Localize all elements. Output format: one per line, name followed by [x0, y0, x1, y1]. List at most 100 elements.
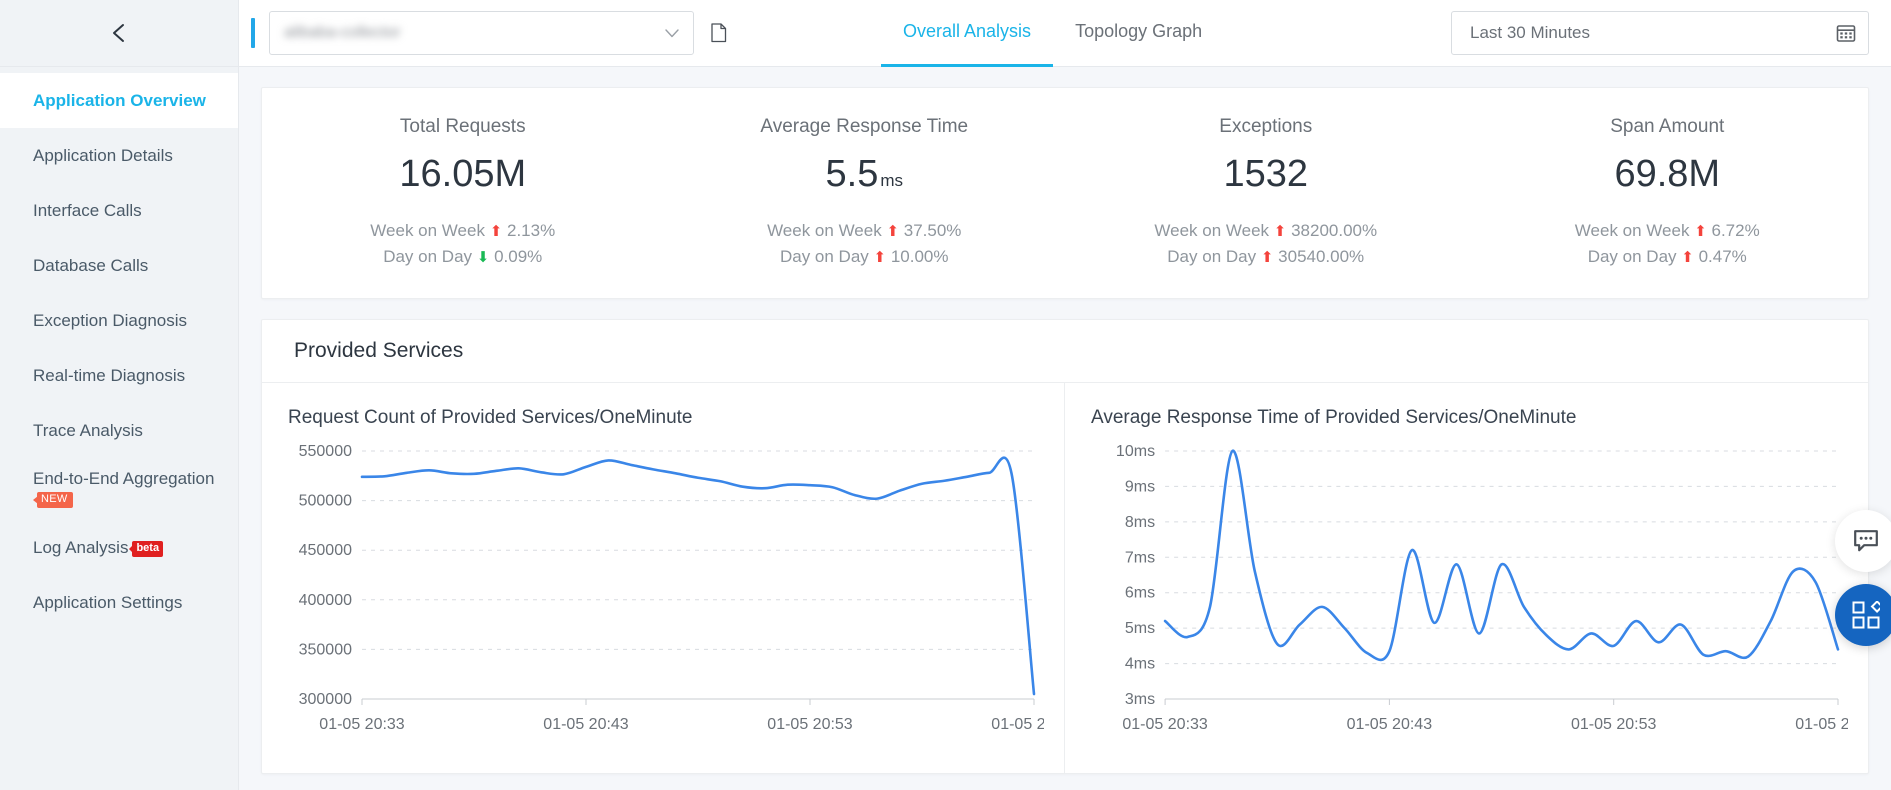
sidebar-item-end-to-end-aggregation[interactable]: End-to-End Aggregation NEW: [0, 458, 238, 520]
week-on-week-row: Week on Week ⬆ 38200.00%: [1154, 218, 1377, 244]
sidebar-item-application-settings[interactable]: Application Settings: [0, 575, 238, 630]
sidebar-item-label: End-to-End Aggregation NEW: [33, 468, 226, 511]
y-axis-tick-label: 400000: [299, 592, 352, 609]
application-select-value: alibaba-collector: [284, 24, 401, 41]
sidebar-item-label: Interface Calls: [33, 200, 142, 220]
copy-icon: [711, 23, 727, 43]
floating-action-column: [1829, 510, 1891, 646]
wow-label: Week on Week: [767, 220, 882, 240]
sidebar-item-real-time-diagnosis[interactable]: Real-time Diagnosis: [0, 348, 238, 403]
day-on-day-row: Day on Day ⬆ 30540.00%: [1154, 244, 1377, 270]
arrow-up-icon: ⬆: [1694, 222, 1707, 240]
stat-value: 69.8M: [1614, 153, 1721, 196]
stat-comparison: Week on Week ⬆ 37.50% Day on Day ⬆ 10.00…: [767, 218, 961, 271]
stat-exceptions: Exceptions 1532 Week on Week ⬆ 38200.00%…: [1065, 88, 1467, 298]
summary-stats-card: Total Requests 16.05M Week on Week ⬆ 2.1…: [261, 87, 1869, 299]
stat-title: Average Response Time: [760, 116, 969, 137]
sidebar-header: [0, 0, 238, 67]
sidebar-item-label: Log Analysis beta: [33, 537, 164, 558]
sidebar-collapse-button[interactable]: [102, 16, 136, 50]
sidebar-item-database-calls[interactable]: Database Calls: [0, 238, 238, 293]
sidebar-item-trace-analysis[interactable]: Trace Analysis: [0, 403, 238, 458]
y-axis-tick-label: 350000: [299, 641, 352, 658]
sidebar-item-label: Exception Diagnosis: [33, 310, 188, 330]
y-axis-tick-label: 10ms: [1116, 443, 1155, 460]
arrow-up-icon: ⬆: [1681, 249, 1694, 267]
x-axis-tick-label: 01-05 20:53: [1571, 716, 1657, 733]
analysis-tabs: Overall Analysis Topology Graph: [881, 0, 1224, 67]
feedback-button[interactable]: [1835, 510, 1891, 572]
tab-topology-graph[interactable]: Topology Graph: [1053, 1, 1224, 67]
copy-button[interactable]: [710, 23, 727, 43]
y-axis-tick-label: 300000: [299, 691, 352, 708]
response-time-chart[interactable]: 3ms 4ms 5ms 6ms 7ms 8ms 9ms 10ms 01-05 20:33 01-0…: [1087, 437, 1848, 757]
day-on-day-row: Day on Day ⬆ 10.00%: [767, 244, 961, 270]
y-axis-tick-label: 6ms: [1125, 585, 1155, 602]
sidebar: Application Overview Application Details…: [0, 0, 239, 790]
y-axis-tick-label: 7ms: [1125, 549, 1155, 566]
tab-label: Overall Analysis: [903, 20, 1032, 41]
stat-title: Span Amount: [1610, 116, 1725, 137]
main-content: alibaba-collector Overall Analysis Topol…: [239, 0, 1891, 790]
sidebar-item-log-analysis[interactable]: Log Analysis beta: [0, 520, 238, 575]
y-axis-tick-label: 3ms: [1125, 691, 1155, 708]
x-axis-tick-label: 01-05 20:53: [767, 716, 853, 733]
arrow-up-icon: ⬆: [489, 222, 503, 240]
accent-bar: [251, 18, 255, 48]
wow-value: 37.50%: [903, 220, 962, 240]
topbar: alibaba-collector Overall Analysis Topol…: [239, 0, 1891, 67]
application-select[interactable]: alibaba-collector: [269, 11, 694, 55]
sidebar-item-label: Trace Analysis: [33, 420, 143, 440]
request-count-chart[interactable]: 300000 350000 400000 450000 500000 550000 01-0…: [284, 437, 1044, 757]
grid-apps-icon: [1852, 601, 1880, 629]
stat-total-requests: Total Requests 16.05M Week on Week ⬆ 2.1…: [262, 88, 664, 298]
time-range-value: Last 30 Minutes: [1470, 23, 1591, 42]
charts-row: Request Count of Provided Services/OneMi…: [262, 383, 1868, 773]
wow-label: Week on Week: [370, 220, 485, 240]
stat-value-number: 69.8M: [1614, 153, 1721, 195]
week-on-week-row: Week on Week ⬆ 2.13%: [370, 218, 555, 244]
stat-span-amount: Span Amount 69.8M Week on Week ⬆ 6.72% D…: [1467, 88, 1869, 298]
week-on-week-row: Week on Week ⬆ 37.50%: [767, 218, 961, 244]
sidebar-item-label: Application Overview: [33, 90, 206, 110]
new-badge: NEW: [33, 492, 73, 508]
stat-value-number: 5.5: [825, 153, 879, 195]
provided-services-title: Provided Services: [262, 320, 1868, 383]
series-line: [360, 456, 1036, 696]
y-axis-tick-label: 5ms: [1125, 620, 1155, 637]
stat-comparison: Week on Week ⬆ 6.72% Day on Day ⬆ 0.47%: [1575, 218, 1760, 271]
wow-label: Week on Week: [1574, 220, 1690, 240]
y-axis-tick-label: 450000: [299, 542, 352, 559]
chat-bubble-icon: [1854, 530, 1878, 552]
x-axis-tick-label: 01-05 21:03: [1795, 716, 1848, 733]
chevron-left-icon: [113, 24, 124, 42]
stat-title: Exceptions: [1219, 116, 1313, 137]
day-on-day-row: Day on Day ⬆ 0.47%: [1575, 244, 1760, 270]
dod-value: 30540.00%: [1278, 247, 1365, 267]
stat-average-response-time: Average Response Time 5.5 ms Week on Week…: [664, 88, 1066, 298]
sidebar-item-label: Database Calls: [33, 255, 149, 275]
tab-label: Topology Graph: [1075, 20, 1203, 41]
response-time-chart-cell: Average Response Time of Provided Servic…: [1065, 383, 1868, 773]
time-range-picker[interactable]: Last 30 Minutes: [1451, 11, 1869, 55]
stat-comparison: Week on Week ⬆ 2.13% Day on Day ⬇ 0.09%: [370, 218, 555, 271]
x-axis-tick-label: 01-05 20:33: [319, 716, 405, 733]
sidebar-nav: Application Overview Application Details…: [0, 67, 238, 630]
dod-value: 10.00%: [890, 247, 949, 267]
stat-value-unit: ms: [880, 171, 903, 190]
sidebar-item-interface-calls[interactable]: Interface Calls: [0, 183, 238, 238]
arrow-up-icon: ⬆: [886, 222, 900, 240]
arrow-down-icon: ⬇: [476, 249, 490, 267]
tab-overall-analysis[interactable]: Overall Analysis: [881, 1, 1054, 67]
sidebar-item-application-details[interactable]: Application Details: [0, 128, 238, 183]
dod-label: Day on Day: [1587, 247, 1677, 267]
day-on-day-row: Day on Day ⬇ 0.09%: [370, 244, 555, 270]
dod-value: 0.09%: [494, 247, 543, 267]
calendar-icon: [1836, 25, 1856, 42]
sidebar-item-exception-diagnosis[interactable]: Exception Diagnosis: [0, 293, 238, 348]
apps-launcher-button[interactable]: [1835, 584, 1891, 646]
sidebar-item-application-overview[interactable]: Application Overview: [0, 73, 238, 128]
stat-value: 5.5 ms: [825, 153, 904, 196]
stat-value: 16.05M: [399, 153, 526, 196]
arrow-up-icon: ⬆: [1273, 222, 1287, 240]
